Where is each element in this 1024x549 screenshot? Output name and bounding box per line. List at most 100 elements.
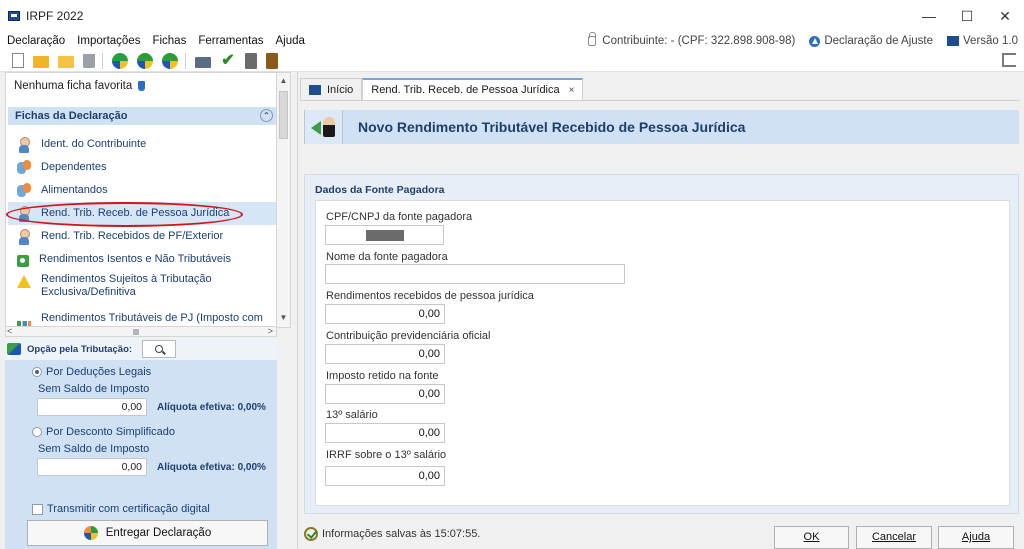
receita-globe-icon[interactable] [137, 52, 153, 69]
decimo-terceiro-label: 13º salário [326, 409, 378, 421]
title-bar: IRPF 2022 — ☐ ✕ [0, 0, 1024, 32]
decimo-terceiro-input[interactable]: 0,00 [325, 423, 445, 443]
declaracao-type: Declaração de Ajuste [809, 35, 933, 47]
toolbar-divider [102, 52, 103, 69]
certificacao-checkbox[interactable] [32, 503, 43, 515]
brazil-flag-icon[interactable] [112, 52, 128, 69]
maximize-button[interactable]: ☐ [948, 0, 986, 32]
radio-desconto-simplificado[interactable] [32, 427, 42, 437]
fichas-header-label: Fichas da Declaração [15, 110, 128, 122]
person-icon [17, 136, 31, 153]
window-title: IRPF 2022 [26, 9, 84, 23]
scroll-right-icon[interactable]: > [268, 326, 273, 336]
new-document-icon[interactable] [12, 53, 24, 68]
radio-deducoes-legais[interactable] [32, 367, 42, 377]
cancelar-button[interactable]: Cancelar [856, 526, 932, 549]
saved-status-text: Informações salvas às 15:07:55. [322, 528, 481, 540]
group-icon [17, 159, 31, 176]
scroll-down-icon[interactable]: ▼ [277, 311, 290, 324]
menu-ajuda[interactable]: Ajuda [270, 35, 311, 47]
sidebar-item-alimentandos[interactable]: Alimentandos [8, 179, 276, 202]
menu-importacoes[interactable]: Importações [71, 35, 146, 47]
contribuicao-label: Contribuição previdenciária oficial [326, 330, 491, 342]
chart-icon [17, 311, 31, 327]
check-icon[interactable]: ✔ [220, 52, 236, 69]
sidebar-item-ident-contribuinte[interactable]: Ident. do Contribuinte [8, 133, 276, 156]
favorite-pin-icon[interactable] [138, 81, 146, 91]
nome-fonte-input[interactable] [325, 264, 625, 284]
imposto-retido-input[interactable]: 0,00 [325, 384, 445, 404]
horizontal-scrollbar[interactable]: < > [5, 326, 277, 337]
tab-rend-trib-pj[interactable]: Rend. Trib. Receb. de Pessoa Jurídica × [362, 78, 584, 100]
transmit-globe-icon[interactable] [162, 52, 178, 69]
fonte-pagadora-section: Dados da Fonte Pagadora CPF/CNPJ da font… [304, 174, 1019, 514]
minimize-button[interactable]: — [910, 0, 948, 32]
simplificado-saldo-label: Sem Saldo de Imposto [38, 443, 150, 455]
main-panel: Início Rend. Trib. Receb. de Pessoa Jurí… [297, 72, 1024, 549]
scroll-thumb[interactable] [279, 91, 288, 139]
contribuinte-info: Contribuinte: - (CPF: 322.898.908-98) [588, 32, 795, 47]
exit-icon[interactable] [1002, 53, 1016, 67]
sidebar-item-rend-trib-pj[interactable]: Rend. Trib. Receb. de Pessoa Jurídica [8, 202, 276, 225]
entregar-declaracao-button[interactable]: Entregar Declaração [27, 520, 268, 546]
deducoes-legais-option[interactable]: Por Deduções Legais [32, 366, 151, 378]
rendimentos-label: Rendimentos recebidos de pessoa jurídica [326, 290, 534, 302]
sidebar-item-dependentes[interactable]: Dependentes [8, 156, 276, 179]
sidebar-item-rend-trib-pf-exterior[interactable]: Rend. Trib. Recebidos de PF/Exterior [8, 225, 276, 248]
open-folder-icon[interactable] [33, 56, 49, 68]
ok-button[interactable]: OK [774, 526, 849, 549]
lock-icon [588, 32, 597, 46]
menu-fichas[interactable]: Fichas [146, 35, 192, 47]
deducoes-value: 0,00 [37, 398, 147, 416]
fichas-list: Ident. do Contribuinte Dependentes Alime… [8, 133, 276, 330]
help-book-icon[interactable] [266, 52, 278, 69]
print-icon[interactable] [195, 57, 211, 68]
cpf-cnpj-input[interactable] [325, 225, 444, 245]
scroll-thumb[interactable] [133, 329, 139, 335]
certificacao-option[interactable]: Transmitir com certificação digital [32, 503, 210, 515]
opcao-tributacao-bar: Opção pela Tributação: [5, 338, 277, 360]
opcao-tributacao-label: Opção pela Tributação: [27, 343, 133, 355]
scroll-up-icon[interactable]: ▲ [277, 74, 290, 87]
tab-inicio[interactable]: Início [300, 78, 363, 100]
tab-bar: Início Rend. Trib. Receb. de Pessoa Jurí… [300, 78, 584, 100]
warning-icon [17, 275, 31, 288]
menu-declaracao[interactable]: Declaração [0, 35, 71, 47]
toolbar-divider [185, 52, 186, 69]
person-arrow-icon [305, 110, 343, 144]
scroll-left-icon[interactable]: < [7, 326, 12, 336]
version-info: Versão 1.0 [947, 35, 1018, 47]
irrf-decimo-label: IRRF sobre o 13º salário [326, 449, 447, 461]
cpf-cnpj-label: CPF/CNPJ da fonte pagadora [326, 211, 473, 223]
search-icon [155, 345, 164, 353]
version-icon [947, 36, 960, 46]
sidebar-item-rend-isentos[interactable]: Rendimentos Isentos e Não Tributáveis [8, 248, 276, 271]
desconto-simplificado-option[interactable]: Por Desconto Simplificado [32, 426, 175, 438]
form-title-banner: Novo Rendimento Tributável Recebido de P… [304, 110, 1019, 144]
simplificado-aliquota: Alíquota efetiva: 0,00% [157, 462, 266, 473]
folder-icon[interactable] [58, 56, 74, 68]
form-fields: CPF/CNPJ da fonte pagadora Nome da fonte… [315, 200, 1010, 506]
tributacao-panel: Por Deduções Legais Sem Saldo de Imposto… [5, 360, 277, 549]
status-bar: Informações salvas às 15:07:55. [304, 527, 480, 541]
collapse-icon[interactable]: ⌃ [260, 109, 273, 122]
home-icon [309, 84, 321, 95]
ajuda-button[interactable]: Ajuda [938, 526, 1014, 549]
saved-check-icon [304, 527, 318, 541]
contribuicao-input[interactable]: 0,00 [325, 344, 445, 364]
sidebar-item-rend-exclusiva[interactable]: Rendimentos Sujeitos à Tributação Exclus… [8, 271, 276, 307]
deducoes-saldo-label: Sem Saldo de Imposto [38, 383, 150, 395]
section-header: Dados da Fonte Pagadora [315, 184, 445, 196]
search-button[interactable] [142, 340, 177, 358]
calculator-icon[interactable] [245, 52, 257, 69]
green-doc-icon [17, 254, 29, 267]
irrf-decimo-input[interactable]: 0,00 [325, 466, 445, 486]
vertical-scrollbar[interactable]: ▲ ▼ [277, 72, 291, 328]
menu-ferramentas[interactable]: Ferramentas [192, 35, 269, 47]
form-title: Novo Rendimento Tributável Recebido de P… [358, 119, 746, 135]
close-window-button[interactable]: ✕ [986, 0, 1024, 32]
simplificado-value: 0,00 [37, 458, 147, 476]
rendimentos-input[interactable]: 0,00 [325, 304, 445, 324]
close-tab-icon[interactable]: × [569, 85, 575, 96]
trash-icon[interactable] [83, 53, 95, 68]
